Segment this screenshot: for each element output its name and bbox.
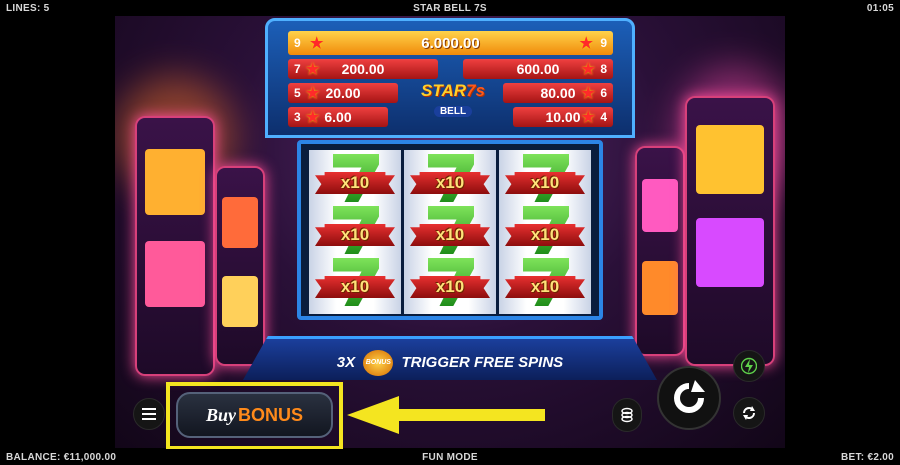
paytable-row-6: 80.00 ★ 6 <box>503 83 613 103</box>
multiplier-label: x10 <box>435 225 465 244</box>
reel-symbol: x10 <box>315 154 395 206</box>
pay-value: 10.00 <box>545 109 581 125</box>
pay-count: 9 <box>294 36 301 50</box>
reel-symbol: x10 <box>410 258 490 310</box>
game-screen: LINES: 5 STAR BELL 7S 01:05 9 ★ 6.000.00… <box>0 0 900 465</box>
pay-count: 4 <box>600 110 607 124</box>
lightning-icon <box>741 357 757 375</box>
multiplier-label: x10 <box>435 277 465 296</box>
reel-1: x10 x10 x10 <box>309 150 401 314</box>
reel-symbol: x10 <box>505 154 585 206</box>
spin-arrow-icon <box>674 380 705 413</box>
star-icon: ★ <box>579 35 593 52</box>
slot-machine: 9 ★ 6.000.00 ★ 9 7 ★ 200.00 5 ★ 20.00 3 … <box>243 18 657 398</box>
star-icon: ★ <box>306 109 320 126</box>
clock: 01:05 <box>866 3 894 14</box>
pointer-arrow <box>347 396 545 434</box>
pay-value: 200.00 <box>341 61 385 77</box>
reel-2: x10 x10 x10 <box>404 150 496 314</box>
buy-label: Buy <box>205 404 236 425</box>
multiplier-label: x10 <box>340 277 370 296</box>
multiplier-label: x10 <box>530 173 560 192</box>
background-slot-cabinet <box>135 116 215 376</box>
bonus-badge-icon: BONUS <box>363 350 394 376</box>
reel-3: x10 x10 x10 <box>499 150 591 314</box>
pay-count: 6 <box>600 86 607 100</box>
paytable-row-4: 10.00 ★ 4 <box>513 107 613 127</box>
star-icon: ★ <box>310 35 324 52</box>
logo-seven: 7s <box>466 81 485 100</box>
balance-label: BALANCE: €11,000.00 <box>6 452 117 463</box>
lines-label: LINES: 5 <box>6 3 50 14</box>
background-slot-cabinet <box>215 166 265 366</box>
top-info-bar: LINES: 5 STAR BELL 7S 01:05 <box>0 0 900 16</box>
pay-count: 8 <box>600 62 607 76</box>
multiplier-label: x10 <box>530 277 560 296</box>
star-icon: ★ <box>581 61 595 78</box>
free-spins-trigger-banner: 3X BONUS TRIGGER FREE SPINS <box>243 336 657 380</box>
reel-window: x10 x10 x10 x10 x10 x10 x10 x10 x10 <box>297 140 603 320</box>
logo-word-bell: BELL <box>433 106 473 117</box>
bet-label: BET: €2.00 <box>840 452 894 463</box>
star-icon: ★ <box>306 85 320 102</box>
reel-symbol: x10 <box>315 258 395 310</box>
hamburger-icon <box>142 408 156 420</box>
reel-symbol: x10 <box>505 206 585 258</box>
bottom-info-bar: BALANCE: €11,000.00 FUN MODE BET: €2.00 <box>0 449 900 465</box>
coin-stack-icon <box>621 407 633 423</box>
multiplier-label: x10 <box>340 225 370 244</box>
game-title: STAR BELL 7S <box>413 3 487 14</box>
autoplay-button[interactable] <box>733 397 765 429</box>
paytable-row-5: 5 ★ 20.00 <box>288 83 398 103</box>
pay-value: 6.000.00 <box>421 34 480 52</box>
star-icon: ★ <box>581 85 595 102</box>
menu-button[interactable] <box>133 398 165 430</box>
mode-label: FUN MODE <box>422 452 478 463</box>
spin-button[interactable] <box>657 366 721 430</box>
pay-count: 5 <box>294 86 301 100</box>
reel-symbol: x10 <box>410 206 490 258</box>
paytable-row-8: 600.00 ★ 8 <box>463 59 613 79</box>
turbo-button[interactable] <box>733 350 765 382</box>
paytable-row-9: 9 ★ 6.000.00 ★ 9 <box>288 31 613 55</box>
paytable-panel: 9 ★ 6.000.00 ★ 9 7 ★ 200.00 5 ★ 20.00 3 … <box>265 18 635 138</box>
game-logo: STAR7s BELL <box>405 81 501 133</box>
pay-value: 80.00 <box>540 85 576 101</box>
background-slot-cabinet <box>685 96 775 366</box>
multiplier-label: x10 <box>435 173 465 192</box>
paytable-row-3: 3 ★ 6.00 <box>288 107 388 127</box>
reel-symbol: x10 <box>410 154 490 206</box>
star-icon: ★ <box>306 61 320 78</box>
multiplier-label: x10 <box>340 173 370 192</box>
paytable-row-7: 7 ★ 200.00 <box>288 59 438 79</box>
pay-count: 9 <box>600 36 607 50</box>
reel-symbol: x10 <box>315 206 395 258</box>
pay-count: 7 <box>294 62 301 76</box>
trigger-text: TRIGGER FREE SPINS <box>401 353 564 371</box>
pay-count: 3 <box>294 110 301 124</box>
background-slot-cabinet <box>635 146 685 356</box>
bonus-label: BONUS <box>238 404 304 425</box>
pay-value: 6.00 <box>324 109 352 125</box>
bet-coin-button[interactable] <box>612 398 642 432</box>
buy-bonus-button[interactable]: Buy BONUS <box>176 392 333 438</box>
pay-value: 20.00 <box>325 85 361 101</box>
pay-value: 600.00 <box>516 61 560 77</box>
multiplier-label: x10 <box>530 225 560 244</box>
autoplay-icon <box>743 406 755 420</box>
trigger-prefix: 3X <box>336 353 356 371</box>
star-icon: ★ <box>581 109 595 126</box>
reel-symbol: x10 <box>505 258 585 310</box>
logo-word-star: STAR <box>421 81 467 100</box>
